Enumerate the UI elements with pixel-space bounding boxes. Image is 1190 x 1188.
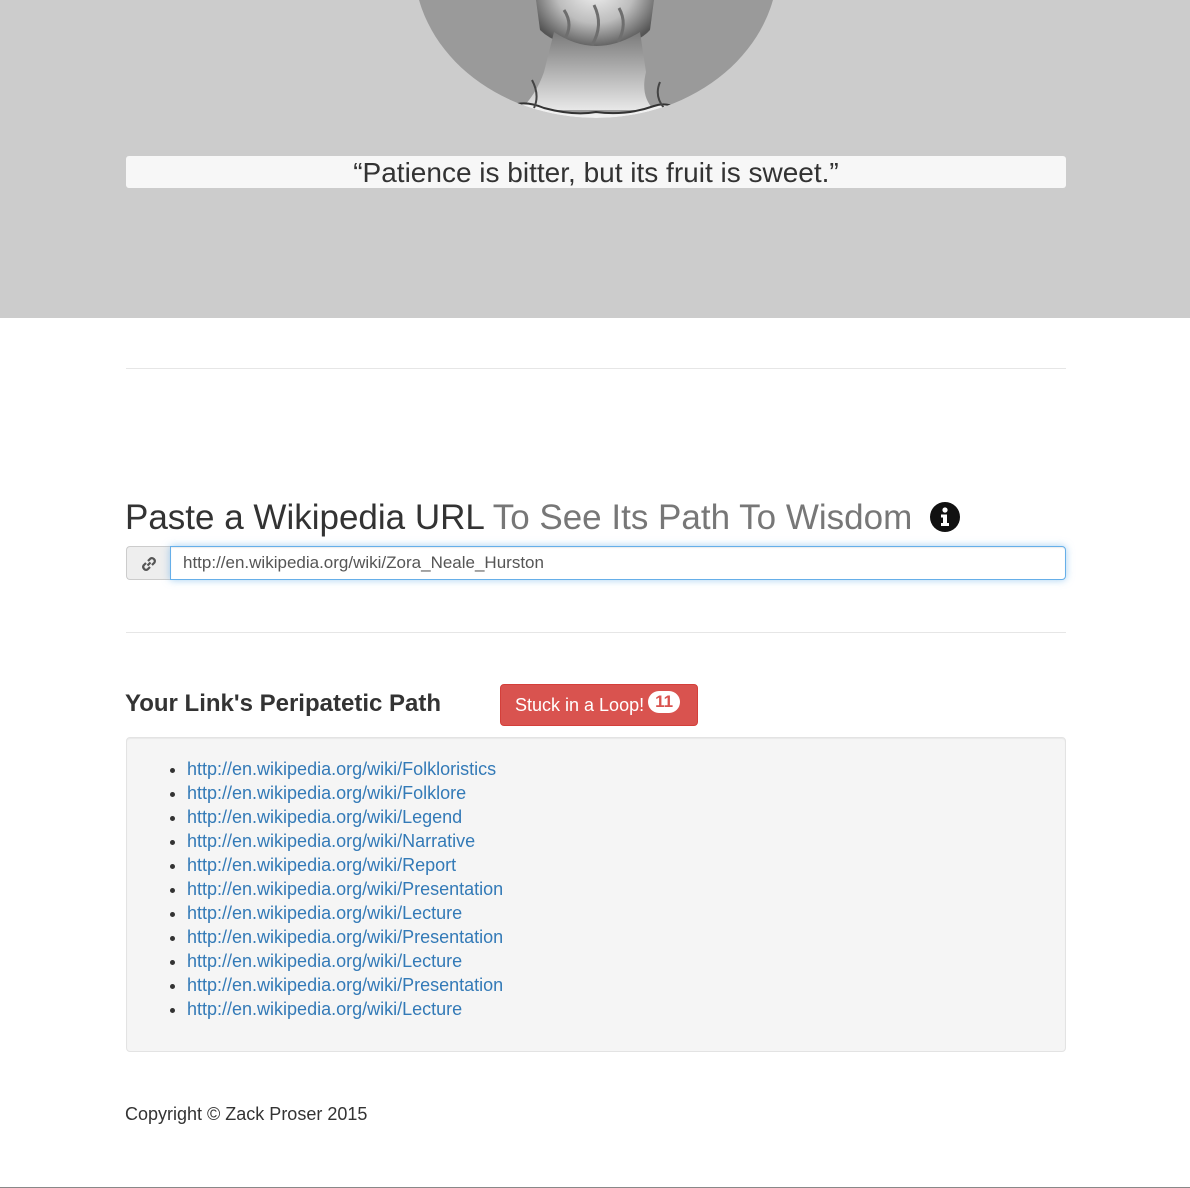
path-link[interactable]: http://en.wikipedia.org/wiki/Presentatio… <box>187 879 503 899</box>
hero-banner: “Patience is bitter, but its fruit is sw… <box>0 0 1190 318</box>
divider <box>126 368 1066 369</box>
heading-muted: To See Its Path To Wisdom <box>492 498 913 537</box>
copyright-text: Copyright © Zack Proser 2015 <box>125 1104 368 1124</box>
list-item: http://en.wikipedia.org/wiki/Folklore <box>187 781 503 805</box>
bust-image <box>414 0 778 118</box>
path-link[interactable]: http://en.wikipedia.org/wiki/Narrative <box>187 831 475 851</box>
list-item: http://en.wikipedia.org/wiki/Lecture <box>187 901 503 925</box>
link-icon <box>142 557 156 571</box>
path-link[interactable]: http://en.wikipedia.org/wiki/Report <box>187 855 456 875</box>
heading-strong: Paste a Wikipedia URL <box>125 498 484 537</box>
list-item: http://en.wikipedia.org/wiki/Presentatio… <box>187 973 503 997</box>
url-input-group <box>126 546 1066 580</box>
path-link[interactable]: http://en.wikipedia.org/wiki/Lecture <box>187 999 462 1019</box>
list-item: http://en.wikipedia.org/wiki/Report <box>187 853 503 877</box>
path-link[interactable]: http://en.wikipedia.org/wiki/Lecture <box>187 903 462 923</box>
quote-text: “Patience is bitter, but its fruit is sw… <box>126 156 1066 188</box>
path-link[interactable]: http://en.wikipedia.org/wiki/Folklore <box>187 783 466 803</box>
info-icon[interactable] <box>929 501 960 532</box>
list-item: http://en.wikipedia.org/wiki/Folkloristi… <box>187 757 503 781</box>
loop-count-badge: 11 <box>648 691 681 714</box>
search-heading: Paste a Wikipedia URL To See Its Path To… <box>125 497 960 539</box>
path-link[interactable]: http://en.wikipedia.org/wiki/Presentatio… <box>187 975 503 995</box>
list-item: http://en.wikipedia.org/wiki/Legend <box>187 805 503 829</box>
path-link[interactable]: http://en.wikipedia.org/wiki/Lecture <box>187 951 462 971</box>
path-link[interactable]: http://en.wikipedia.org/wiki/Folkloristi… <box>187 759 496 779</box>
link-addon <box>126 546 170 580</box>
list-item: http://en.wikipedia.org/wiki/Lecture <box>187 997 503 1021</box>
results-title: Your Link's Peripatetic Path <box>125 690 442 717</box>
path-results-panel: http://en.wikipedia.org/wiki/Folkloristi… <box>126 737 1066 1052</box>
path-link-list: http://en.wikipedia.org/wiki/Folkloristi… <box>127 757 503 1021</box>
stuck-in-loop-button[interactable]: Stuck in a Loop! 11 <box>500 684 698 726</box>
divider <box>126 632 1066 633</box>
wikipedia-url-input[interactable] <box>170 546 1066 580</box>
path-link[interactable]: http://en.wikipedia.org/wiki/Legend <box>187 807 462 827</box>
list-item: http://en.wikipedia.org/wiki/Presentatio… <box>187 877 503 901</box>
path-link[interactable]: http://en.wikipedia.org/wiki/Presentatio… <box>187 927 503 947</box>
marble-bust-illustration <box>510 0 678 118</box>
list-item: http://en.wikipedia.org/wiki/Presentatio… <box>187 925 503 949</box>
list-item: http://en.wikipedia.org/wiki/Narrative <box>187 829 503 853</box>
loop-button-label: Stuck in a Loop! <box>515 694 645 715</box>
list-item: http://en.wikipedia.org/wiki/Lecture <box>187 949 503 973</box>
